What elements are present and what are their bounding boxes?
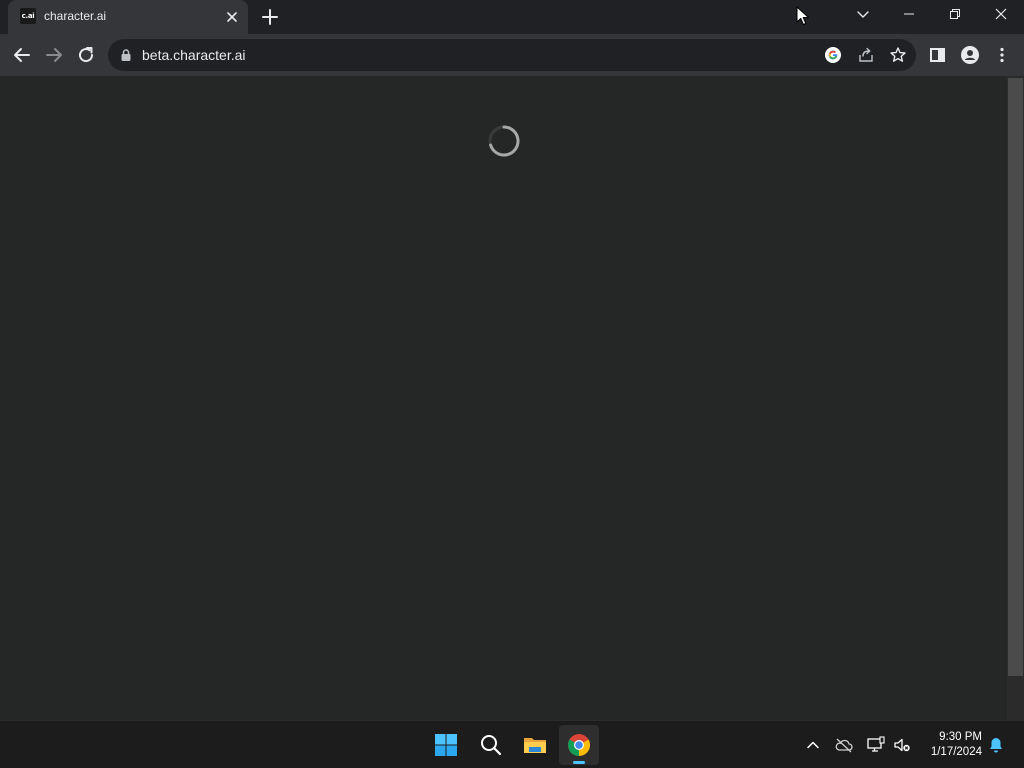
file-explorer-icon[interactable] bbox=[515, 725, 555, 765]
tab-strip: c.ai character.ai bbox=[0, 0, 1024, 34]
address-bar[interactable]: beta.character.ai bbox=[108, 39, 916, 71]
google-lens-icon[interactable] bbox=[824, 46, 842, 64]
minimize-button[interactable] bbox=[886, 0, 932, 30]
side-panel-icon[interactable] bbox=[928, 45, 948, 65]
restore-button[interactable] bbox=[932, 0, 978, 30]
reload-button[interactable] bbox=[74, 43, 98, 67]
profile-icon[interactable] bbox=[960, 45, 980, 65]
network-icon[interactable] bbox=[866, 735, 886, 755]
onedrive-cloud-icon[interactable] bbox=[834, 735, 854, 755]
clock-time: 9:30 PM bbox=[939, 731, 982, 743]
page-viewport bbox=[0, 76, 1007, 720]
volume-muted-icon[interactable] bbox=[892, 735, 912, 755]
close-window-button[interactable] bbox=[978, 0, 1024, 30]
bookmark-star-icon[interactable] bbox=[889, 46, 907, 64]
forward-button[interactable] bbox=[42, 43, 66, 67]
more-menu-icon[interactable] bbox=[992, 45, 1012, 65]
new-tab-icon[interactable] bbox=[260, 7, 280, 27]
tab-title: character.ai bbox=[44, 9, 107, 23]
browser-toolbar: beta.character.ai bbox=[0, 34, 1024, 76]
favicon-icon: c.ai bbox=[20, 8, 36, 24]
back-button[interactable] bbox=[10, 43, 34, 67]
windows-taskbar: 9:30 PM 1/17/2024 bbox=[0, 720, 1024, 768]
lock-icon[interactable] bbox=[120, 48, 132, 62]
active-app-indicator bbox=[573, 761, 585, 764]
system-clock[interactable]: 9:30 PM 1/17/2024 bbox=[918, 730, 982, 760]
loading-spinner-icon bbox=[487, 124, 521, 158]
start-button[interactable] bbox=[426, 725, 466, 765]
search-icon[interactable] bbox=[471, 725, 511, 765]
mouse-cursor-icon bbox=[796, 6, 810, 26]
chrome-icon[interactable] bbox=[559, 725, 599, 765]
tab-character-ai[interactable]: c.ai character.ai bbox=[8, 0, 248, 34]
scrollbar-thumb[interactable] bbox=[1008, 78, 1023, 676]
url-text[interactable]: beta.character.ai bbox=[142, 47, 246, 63]
clock-date: 1/17/2024 bbox=[930, 746, 982, 758]
show-hidden-icons-icon[interactable] bbox=[803, 735, 823, 755]
vertical-scrollbar[interactable] bbox=[1007, 76, 1024, 720]
close-tab-icon[interactable] bbox=[224, 9, 240, 25]
notification-bell-icon[interactable] bbox=[986, 735, 1006, 755]
tab-search-icon[interactable] bbox=[854, 6, 872, 24]
share-icon[interactable] bbox=[857, 46, 875, 64]
